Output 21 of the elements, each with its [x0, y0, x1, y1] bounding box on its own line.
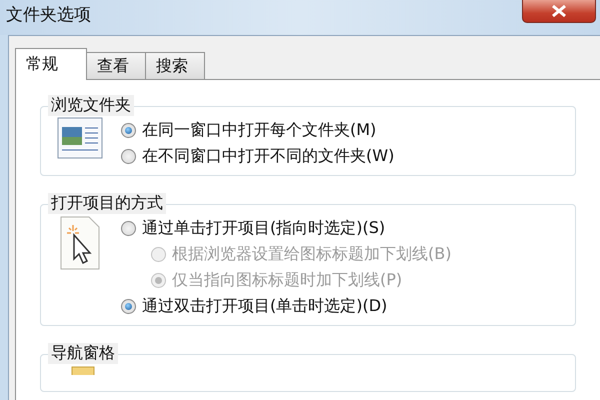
group-title: 导航窗格: [48, 343, 118, 364]
radio-label: 仅当指向图标标题时加下划线(P): [172, 270, 402, 290]
document-cursor-icon: [59, 215, 101, 271]
radio-label: 在不同窗口中打开不同的文件夹(W): [142, 146, 394, 166]
radio-button[interactable]: [121, 148, 136, 164]
group-title: 浏览文件夹: [48, 95, 134, 116]
radio-label: 根据浏览器设置给图标标题加下划线(B): [172, 244, 452, 264]
radio-label: 在同一窗口中打开每个文件夹(M): [142, 120, 376, 140]
group-title: 打开项目的方式: [48, 193, 166, 214]
radio-button[interactable]: [121, 220, 136, 236]
radio-button[interactable]: [121, 122, 136, 138]
window-title: 文件夹选项: [5, 4, 91, 26]
window-picture-icon: [57, 117, 103, 159]
tab[interactable]: 搜索: [145, 52, 205, 79]
radio-button[interactable]: [121, 298, 136, 314]
close-button[interactable]: [522, 0, 596, 22]
tab[interactable]: 常规: [15, 48, 87, 80]
radio-label: 通过单击打开项目(指向时选定)(S): [142, 218, 386, 238]
close-icon: [551, 4, 567, 18]
radio-label: 通过双击打开项目(单击时选定)(D): [142, 296, 388, 316]
tab[interactable]: 查看: [86, 52, 146, 79]
